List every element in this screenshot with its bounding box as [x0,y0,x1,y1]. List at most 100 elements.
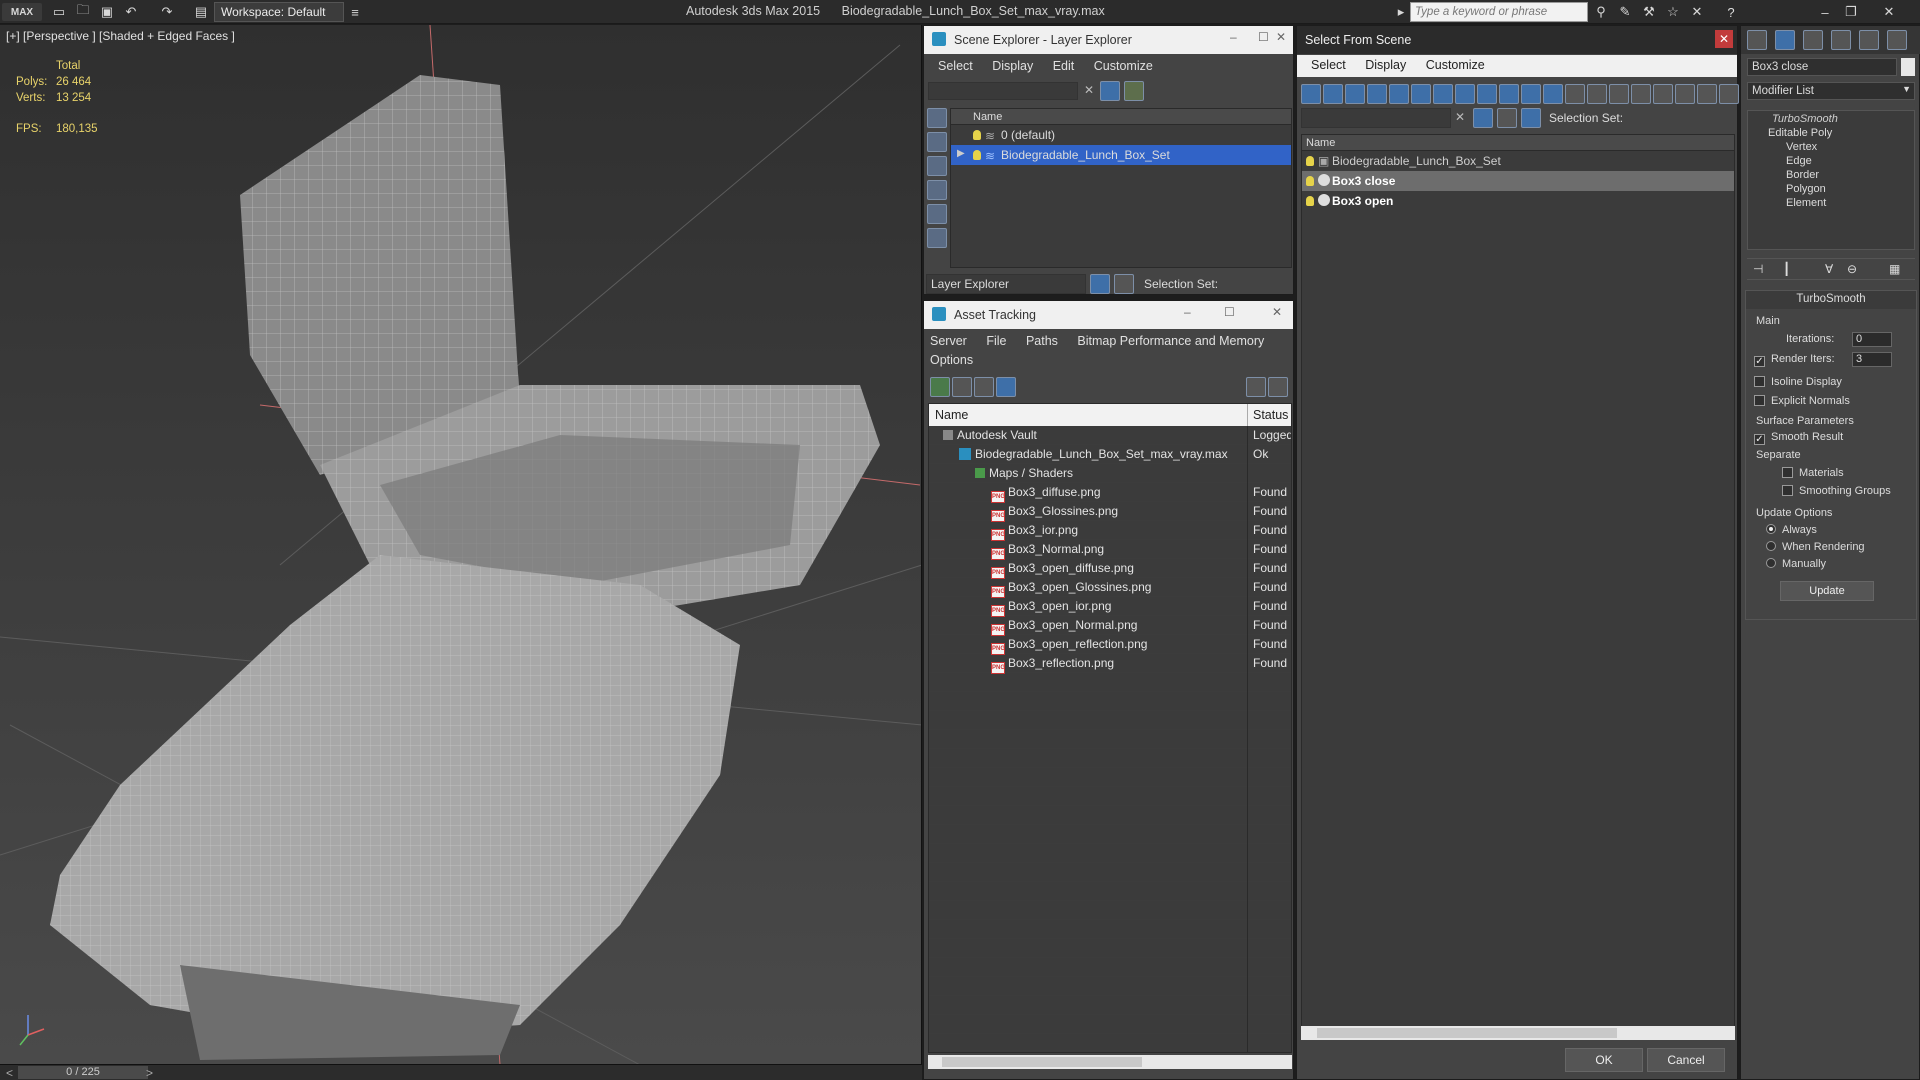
utilities-tab-icon[interactable] [1887,30,1907,50]
modify-tab-icon[interactable] [1775,30,1795,50]
frozen-filter-icon[interactable] [1543,84,1563,104]
menu-edit[interactable]: Edit [1053,59,1075,73]
sort-filter-icon[interactable] [1697,84,1717,104]
close-icon[interactable]: ✕ [1276,30,1286,44]
modifier-list-dropdown[interactable]: Modifier List ▼ [1747,82,1915,100]
light-bulb-icon[interactable] [973,150,981,160]
grid-view-icon[interactable] [996,377,1016,397]
menu-customize[interactable]: Customize [1094,59,1153,73]
light-bulb-icon[interactable] [1306,176,1314,186]
select-horizontal-scrollbar[interactable] [1301,1026,1735,1040]
manually-radio[interactable]: Manually [1766,558,1826,570]
tree-view-icon[interactable] [974,377,994,397]
asset-row[interactable]: PNG Box3_ior.png Found [929,521,1291,541]
undo-icon[interactable]: ↶ [122,3,140,21]
xrefs-filter-icon[interactable] [1455,84,1475,104]
make-unique-icon[interactable]: ∀ [1825,262,1833,276]
asset-row[interactable]: PNG Box3_open_diffuse.png Found [929,559,1291,579]
help-icon[interactable] [1246,377,1266,397]
light-bulb-icon[interactable] [1306,156,1314,166]
search-input[interactable]: Type a keyword or phrase [1410,2,1588,22]
asset-horizontal-scrollbar[interactable] [928,1055,1292,1069]
object-name-field[interactable]: Box3 close [1747,58,1897,76]
shapes-filter-icon[interactable] [927,132,947,152]
stack-vertex[interactable]: Vertex [1748,139,1914,153]
iterations-spinner[interactable]: 0 [1852,332,1892,347]
show-end-result-icon[interactable]: ┃ [1783,262,1790,276]
hierarchy-icon[interactable] [1114,274,1134,294]
menu-server[interactable]: Server [930,334,967,348]
lights-filter-icon[interactable] [927,156,947,176]
hierarchy-icon[interactable] [1521,108,1541,128]
cameras-filter-icon[interactable] [1367,84,1387,104]
object-color-swatch[interactable] [1901,58,1915,76]
close-icon[interactable]: ✕ [1880,3,1898,21]
open-folder-icon[interactable]: 🗀 [74,2,92,21]
stack-element[interactable]: Element [1748,195,1914,209]
clear-search-icon[interactable]: ✕ [1455,110,1465,124]
stack-turbosmooth[interactable]: TurboSmooth [1748,111,1914,125]
maximize-icon[interactable]: ☐ [1224,305,1235,319]
filter-list-filter-icon[interactable] [1675,84,1695,104]
smooth-result-checkbox[interactable]: ✓ Smooth Result [1754,431,1843,445]
asset-row[interactable]: PNG Box3_open_Normal.png Found [929,616,1291,636]
menu-display[interactable]: Display [1365,58,1406,72]
display-tab-icon[interactable] [1859,30,1879,50]
lights-filter-icon[interactable] [1345,84,1365,104]
select-all-filter-icon[interactable] [1609,84,1629,104]
column-name[interactable]: Name [935,408,968,422]
object-row-lunch-box-set[interactable]: ▣ Biodegradable_Lunch_Box_Set [1302,151,1734,171]
spacewarps-filter-icon[interactable] [927,228,947,248]
stack-edge[interactable]: Edge [1748,153,1914,167]
cameras-filter-icon[interactable] [927,180,947,200]
groups-filter-icon[interactable] [1433,84,1453,104]
maximize-icon[interactable]: ☐ [1258,30,1269,44]
asset-row[interactable]: Autodesk Vault Logged [929,426,1291,445]
list-view-icon[interactable] [952,377,972,397]
workspace-dropdown[interactable]: Workspace: Default [214,2,344,22]
favorite-star-icon[interactable]: ☆ [1664,3,1682,21]
asset-row[interactable]: PNG Box3_reflection.png Found [929,654,1291,674]
layer-row-lunch-box[interactable]: ▶ ≋ Biodegradable_Lunch_Box_Set [951,145,1291,165]
remove-modifier-icon[interactable]: ⊖ [1847,262,1857,276]
helpers-filter-icon[interactable] [927,204,947,224]
asset-row[interactable]: Maps / Shaders [929,464,1291,483]
viewport-label[interactable]: [+] [Perspective ] [Shaded + Edged Faces… [6,29,235,43]
stack-editable-poly[interactable]: Editable Poly [1748,125,1914,139]
select-search-input[interactable] [1301,108,1451,128]
menu-customize[interactable]: Customize [1426,58,1485,72]
asset-row[interactable]: PNG Box3_Normal.png Found [929,540,1291,560]
column-status[interactable]: Status [1253,408,1288,422]
scene-search-input[interactable] [928,82,1078,100]
menu-options[interactable]: Options [930,353,973,367]
explorer-mode-dropdown[interactable]: Layer Explorer [926,274,1086,294]
select-none-filter-icon[interactable] [1631,84,1651,104]
scrollbar-thumb[interactable] [1317,1028,1617,1038]
geometry-filter-icon[interactable] [1301,84,1321,104]
close-icon[interactable]: ✕ [1715,30,1733,48]
explicit-normals-checkbox[interactable]: Explicit Normals [1754,395,1850,407]
minimize-icon[interactable]: – [1816,3,1834,21]
pin-stack-icon[interactable]: ⊣ [1753,262,1763,276]
invert-filter-icon[interactable] [1653,84,1673,104]
shapes-filter-icon[interactable] [1323,84,1343,104]
save-icon[interactable]: ▣ [98,3,116,21]
update-button[interactable]: Update [1780,581,1874,601]
particles-filter-icon[interactable] [1521,84,1541,104]
expand-arrow-icon[interactable]: ▶ [957,148,965,159]
perspective-viewport[interactable]: [+] [Perspective ] [Shaded + Edged Faces… [0,25,922,1065]
binoculars-icon[interactable]: ⚲ [1592,3,1610,21]
help-icon[interactable]: ? [1722,3,1740,21]
menu-file[interactable]: File [986,334,1006,348]
ok-button[interactable]: OK [1565,1048,1643,1072]
menu-select[interactable]: Select [938,59,973,73]
always-radio[interactable]: Always [1766,524,1817,536]
menu-select[interactable]: Select [1311,58,1346,72]
when-rendering-radio[interactable]: When Rendering [1766,541,1865,553]
clear-search-icon[interactable]: ✕ [1084,83,1094,97]
tools-icon[interactable]: ✎ [1616,3,1634,21]
menu-display[interactable]: Display [992,59,1033,73]
object-row-box3-close[interactable]: Box3 close [1302,171,1734,191]
time-slider-thumb[interactable]: 0 / 225 [18,1066,148,1079]
display-children-filter-icon[interactable] [1587,84,1607,104]
